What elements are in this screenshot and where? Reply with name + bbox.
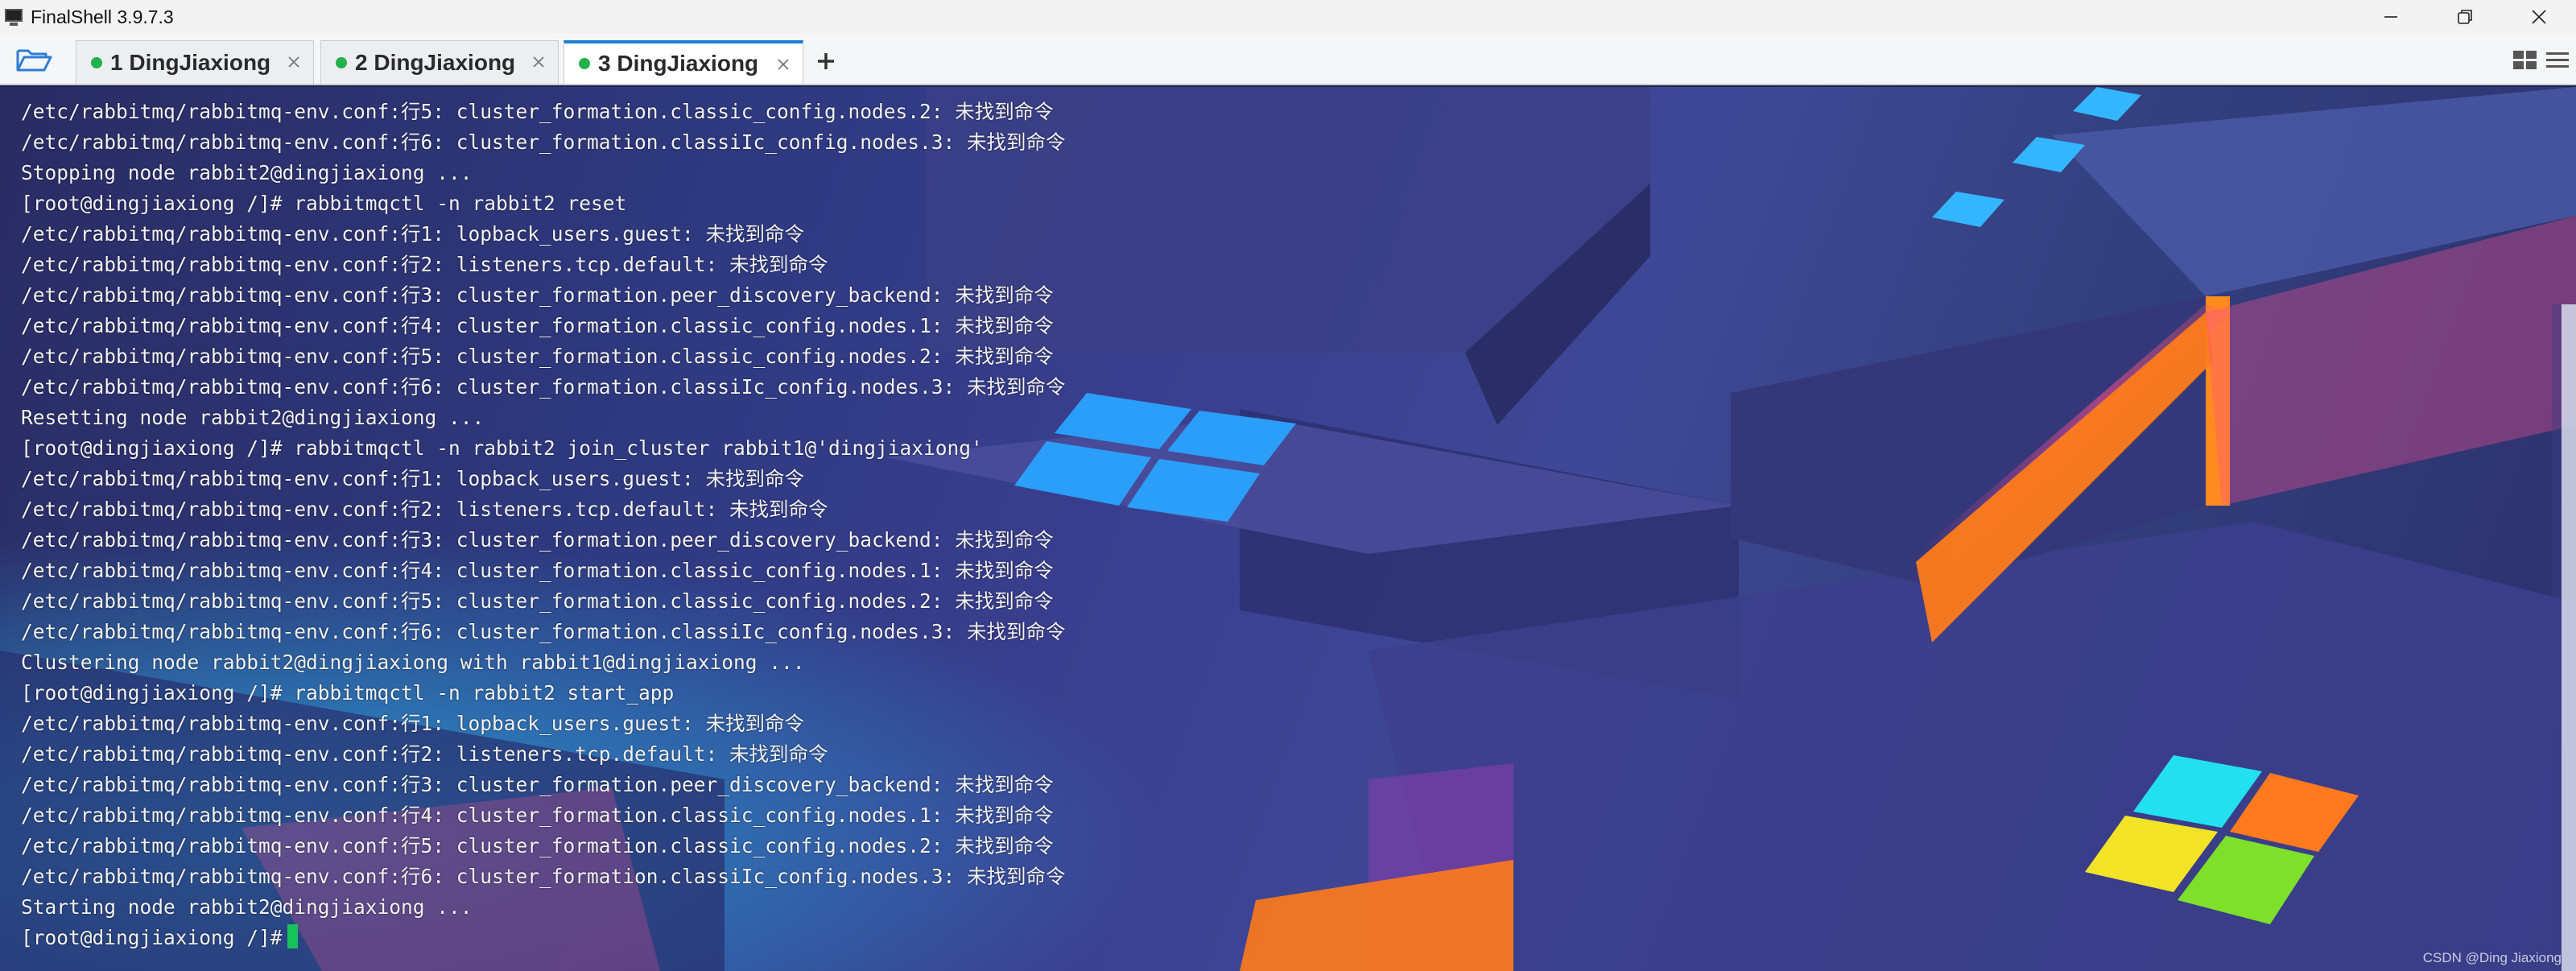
terminal-line: [root@dingjiaxiong /]# rabbitmqctl -n ra… bbox=[21, 192, 627, 215]
terminal-output: /etc/rabbitmq/rabbitmq-env.conf:行5: clus… bbox=[21, 97, 1066, 953]
terminal-panel[interactable]: /etc/rabbitmq/rabbitmq-env.conf:行5: clus… bbox=[0, 87, 2576, 971]
terminal-line: /etc/rabbitmq/rabbitmq-env.conf:行1: lopb… bbox=[21, 222, 805, 246]
terminal-line: /etc/rabbitmq/rabbitmq-env.conf:行2: list… bbox=[21, 742, 828, 766]
minimize-button[interactable] bbox=[2354, 0, 2428, 34]
window-controls bbox=[2354, 0, 2576, 34]
terminal-prompt-line[interactable]: [root@dingjiaxiong /]# bbox=[21, 923, 1066, 953]
plus-icon bbox=[818, 53, 834, 69]
terminal-cursor bbox=[287, 924, 298, 948]
connection-status-icon bbox=[336, 56, 347, 68]
terminal-line: Resetting node rabbit2@dingjiaxiong ... bbox=[21, 406, 485, 429]
terminal-line: /etc/rabbitmq/rabbitmq-env.conf:行5: clus… bbox=[21, 100, 1054, 123]
terminal-line: /etc/rabbitmq/rabbitmq-env.conf:行3: clus… bbox=[21, 283, 1054, 307]
close-tab-icon[interactable] bbox=[530, 54, 547, 70]
terminal-line: /etc/rabbitmq/rabbitmq-env.conf:行6: clus… bbox=[21, 375, 1066, 399]
maximize-icon bbox=[2458, 10, 2472, 24]
terminal-line: /etc/rabbitmq/rabbitmq-env.conf:行4: clus… bbox=[21, 559, 1054, 582]
terminal-line: [root@dingjiaxiong /]# rabbitmqctl -n ra… bbox=[21, 681, 675, 704]
tab-session-3[interactable]: 3 DingJiaxiong bbox=[564, 40, 803, 84]
tab-label: 3 DingJiaxiong bbox=[598, 51, 759, 76]
terminal-scrollbar[interactable] bbox=[2562, 304, 2576, 971]
add-tab-button[interactable] bbox=[811, 47, 840, 76]
terminal-line: /etc/rabbitmq/rabbitmq-env.conf:行2: list… bbox=[21, 498, 828, 521]
terminal-line: /etc/rabbitmq/rabbitmq-env.conf:行1: lopb… bbox=[21, 712, 805, 735]
terminal-line: /etc/rabbitmq/rabbitmq-env.conf:行6: clus… bbox=[21, 620, 1066, 643]
tab-bar: 1 DingJiaxiong 2 DingJiaxiong 3 DingJiax… bbox=[0, 34, 2576, 85]
terminal-prompt: [root@dingjiaxiong /]# bbox=[21, 926, 283, 949]
tab-label: 2 DingJiaxiong bbox=[355, 49, 516, 75]
terminal-line: [root@dingjiaxiong /]# rabbitmqctl -n ra… bbox=[21, 436, 983, 460]
terminal-line: Starting node rabbit2@dingjiaxiong ... bbox=[21, 895, 473, 919]
title-bar: FinalShell 3.9.7.3 bbox=[0, 0, 2576, 34]
terminal-line: /etc/rabbitmq/rabbitmq-env.conf:行3: clus… bbox=[21, 528, 1054, 552]
open-folder-button[interactable] bbox=[11, 43, 56, 76]
terminal-line: /etc/rabbitmq/rabbitmq-env.conf:行1: lopb… bbox=[21, 467, 805, 490]
terminal-line: Clustering node rabbit2@dingjiaxiong wit… bbox=[21, 651, 805, 674]
connection-status-icon bbox=[579, 58, 590, 69]
app-logo-icon bbox=[3, 6, 24, 27]
terminal-line: /etc/rabbitmq/rabbitmq-env.conf:行6: clus… bbox=[21, 865, 1066, 888]
grid-view-button[interactable] bbox=[2512, 48, 2539, 72]
terminal-line: /etc/rabbitmq/rabbitmq-env.conf:行6: clus… bbox=[21, 130, 1066, 154]
grid-view-icon bbox=[2513, 51, 2537, 69]
list-view-button[interactable] bbox=[2544, 48, 2571, 72]
close-icon bbox=[2532, 10, 2546, 24]
close-tab-icon[interactable] bbox=[286, 54, 302, 70]
terminal-line: /etc/rabbitmq/rabbitmq-env.conf:行4: clus… bbox=[21, 314, 1054, 337]
tab-session-2[interactable]: 2 DingJiaxiong bbox=[320, 40, 559, 84]
terminal-line: /etc/rabbitmq/rabbitmq-env.conf:行5: clus… bbox=[21, 589, 1054, 613]
terminal-line: /etc/rabbitmq/rabbitmq-env.conf:行3: clus… bbox=[21, 773, 1054, 796]
terminal-line: Stopping node rabbit2@dingjiaxiong ... bbox=[21, 161, 473, 184]
terminal-line: /etc/rabbitmq/rabbitmq-env.conf:行2: list… bbox=[21, 253, 828, 276]
close-tab-icon[interactable] bbox=[775, 56, 791, 72]
window-title: FinalShell 3.9.7.3 bbox=[31, 6, 174, 27]
watermark: CSDN @Ding Jiaxiong bbox=[2422, 950, 2562, 965]
minimize-icon bbox=[2384, 16, 2397, 18]
terminal-line: /etc/rabbitmq/rabbitmq-env.conf:行4: clus… bbox=[21, 804, 1054, 827]
tab-session-1[interactable]: 1 DingJiaxiong bbox=[76, 40, 314, 84]
connection-status-icon bbox=[91, 56, 102, 68]
terminal-line: /etc/rabbitmq/rabbitmq-env.conf:行5: clus… bbox=[21, 834, 1054, 857]
close-window-button[interactable] bbox=[2502, 0, 2576, 34]
tab-label: 1 DingJiaxiong bbox=[110, 49, 271, 75]
terminal-line: /etc/rabbitmq/rabbitmq-env.conf:行5: clus… bbox=[21, 345, 1054, 368]
list-view-icon bbox=[2546, 52, 2569, 68]
maximize-button[interactable] bbox=[2428, 0, 2502, 34]
folder-open-icon bbox=[16, 49, 52, 72]
